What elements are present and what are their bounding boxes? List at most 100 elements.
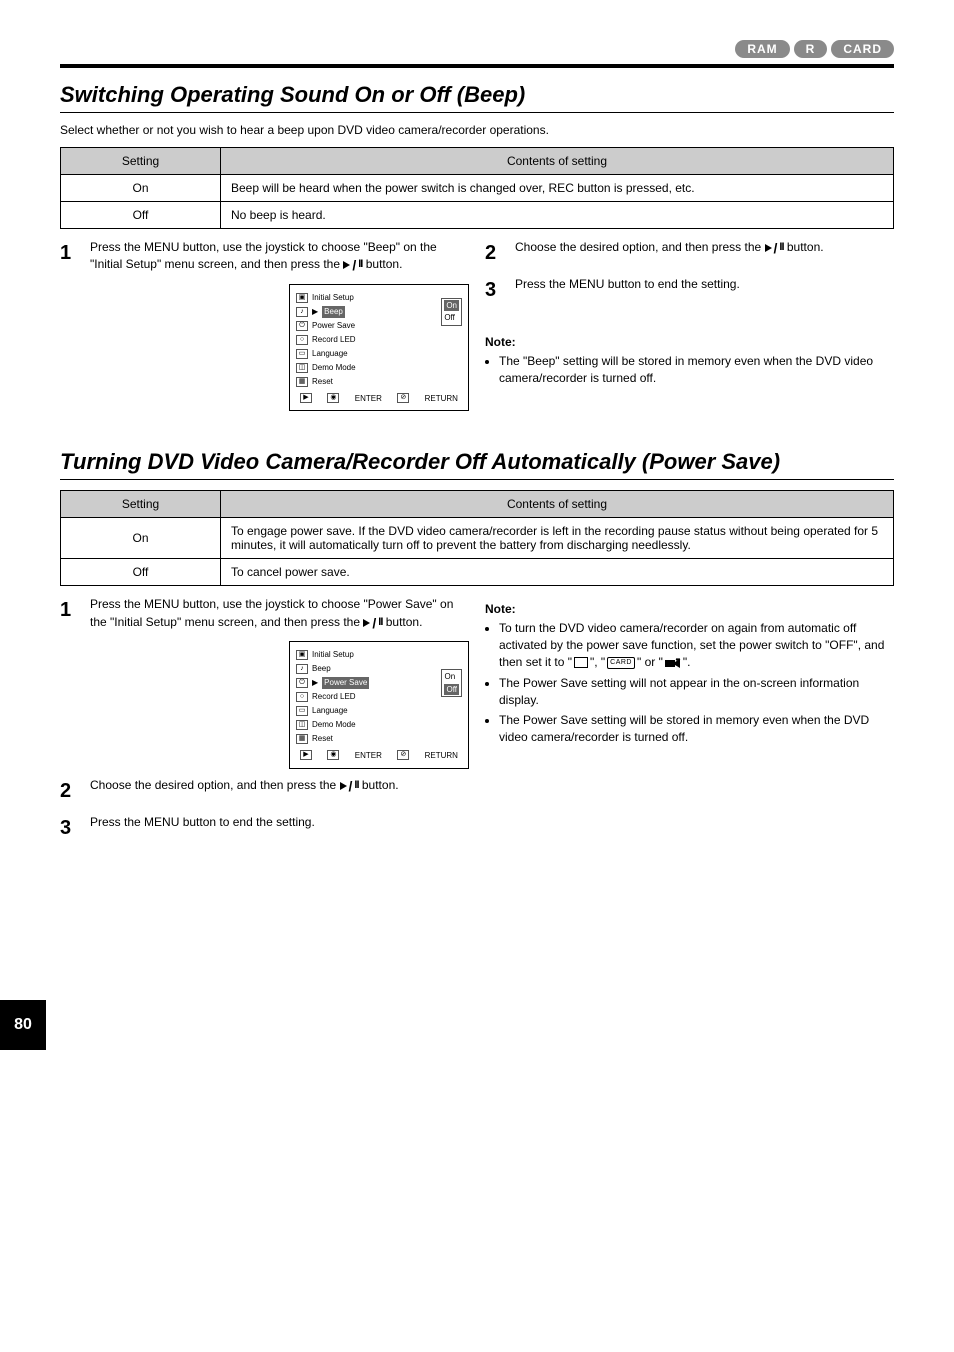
reset-icon: ▦ <box>296 734 308 744</box>
badge-card: CARD <box>831 40 894 58</box>
power-icon: ⏻ <box>296 678 308 688</box>
step-number: 1 <box>60 596 80 768</box>
table-cell: On <box>61 518 221 559</box>
play-icon: ▶ <box>300 393 312 403</box>
power-icon: ⏻ <box>296 321 308 331</box>
table-header: Contents of setting <box>221 491 894 518</box>
divider <box>60 479 894 480</box>
note-heading: Note: <box>485 335 894 349</box>
diagram-footer: ENTER <box>355 393 382 405</box>
diagram-submenu: On Off <box>441 669 462 697</box>
note-bullet: The "Beep" setting will be stored in mem… <box>499 353 894 387</box>
diagram-item: Language <box>312 348 348 360</box>
table-cell: Beep will be heard when the power switch… <box>221 175 894 202</box>
reset-icon: ▦ <box>296 377 308 387</box>
note-text: To turn the DVD video camera/recorder on… <box>499 621 884 669</box>
badge-ram: RAM <box>735 40 789 58</box>
table-header: Contents of setting <box>221 148 894 175</box>
led-icon: ○ <box>296 692 308 702</box>
step-text: button. <box>787 240 824 254</box>
lang-icon: ▭ <box>296 349 308 359</box>
diagram-title: Initial Setup <box>312 649 354 661</box>
return-foot-icon: ⊘ <box>397 393 409 403</box>
step-text: button. <box>366 257 403 271</box>
diagram-sub: Off <box>444 312 459 324</box>
note-bullet: The Power Save setting will not appear i… <box>499 675 894 709</box>
note-heading: Note: <box>485 602 894 616</box>
power-save-settings-table: Setting Contents of setting On To engage… <box>60 490 894 586</box>
lang-icon: ▭ <box>296 706 308 716</box>
enter-foot-icon: ◉ <box>327 393 339 403</box>
diagram-footer: ENTER <box>355 750 382 762</box>
play-pause-icon: /II <box>340 778 359 794</box>
beep-subtitle: Select whether or not you wish to hear a… <box>60 123 894 137</box>
table-cell: Off <box>61 559 221 586</box>
diagram-item: Demo Mode <box>312 719 356 731</box>
diagram-item: Reset <box>312 376 333 388</box>
table-cell: No beep is heard. <box>221 202 894 229</box>
step-number: 3 <box>485 276 505 305</box>
led-icon: ○ <box>296 335 308 345</box>
note-bullet: The Power Save setting will be stored in… <box>499 712 894 746</box>
diagram-footer: RETURN <box>425 750 458 762</box>
diagram-item: Beep <box>312 663 331 675</box>
diagram-item: Power Save <box>312 320 355 332</box>
table-cell: To engage power save. If the DVD video c… <box>221 518 894 559</box>
bell-icon: ♪ <box>296 307 308 317</box>
table-cell: On <box>61 175 221 202</box>
step-3-body: Press the MENU button to end the setting… <box>515 276 894 305</box>
table-cell: Off <box>61 202 221 229</box>
step-3-body: Press the MENU button to end the setting… <box>90 814 469 843</box>
step-number: 2 <box>60 777 80 806</box>
camera-icon: ▣ <box>296 650 308 660</box>
enter-foot-icon: ◉ <box>327 750 339 760</box>
step-text: Choose the desired option, and then pres… <box>515 240 761 254</box>
section-title-power-save: Turning DVD Video Camera/Recorder Off Au… <box>60 449 894 475</box>
demo-icon: ◫ <box>296 720 308 730</box>
diagram-item: Beep <box>322 306 345 318</box>
diagram-title: Initial Setup <box>312 292 354 304</box>
diagram-item: Power Save <box>322 677 369 689</box>
table-cell: To cancel power save. <box>221 559 894 586</box>
menu-diagram-power-save: ▣ Initial Setup ♪ Beep ⏻ ▶ Power Save On Off… <box>289 641 469 769</box>
note-text: ". <box>683 655 691 669</box>
divider <box>60 112 894 113</box>
note-text: ", " <box>590 655 605 669</box>
step-number: 2 <box>485 239 505 268</box>
diagram-submenu: On Off <box>441 298 462 326</box>
step-2-body: Choose the desired option, and then pres… <box>515 239 894 268</box>
play-pause-icon: /II <box>343 257 362 273</box>
play-pause-icon: /II <box>363 615 382 631</box>
return-foot-icon: ⊘ <box>397 750 409 760</box>
diagram-sub: Off <box>444 684 459 696</box>
still-mode-icon <box>574 657 588 668</box>
note-text: " or " <box>637 655 663 669</box>
table-header: Setting <box>61 148 221 175</box>
play-pause-icon: /II <box>765 240 784 256</box>
page-number: 80 <box>0 1000 46 1050</box>
note-bullet: To turn the DVD video camera/recorder on… <box>499 620 894 670</box>
step-text: Press the MENU button to end the setting… <box>515 277 740 291</box>
step-1-body: Press the MENU button, use the joystick … <box>90 596 469 768</box>
step-text: button. <box>386 615 423 629</box>
bell-icon: ♪ <box>296 664 308 674</box>
step-number: 3 <box>60 814 80 843</box>
divider <box>60 64 894 68</box>
step-number: 1 <box>60 239 80 411</box>
step-text: Press the MENU button to end the setting… <box>90 815 315 829</box>
diagram-item: Demo Mode <box>312 362 356 374</box>
diagram-item: Record LED <box>312 691 356 703</box>
diagram-footer: RETURN <box>425 393 458 405</box>
media-badges: RAM R CARD <box>60 40 894 58</box>
beep-settings-table: Setting Contents of setting On Beep will… <box>60 147 894 229</box>
play-icon: ▶ <box>300 750 312 760</box>
demo-icon: ◫ <box>296 363 308 373</box>
step-2-body: Choose the desired option, and then pres… <box>90 777 469 806</box>
diagram-item: Language <box>312 705 348 717</box>
section-title-beep: Switching Operating Sound On or Off (Bee… <box>60 82 894 108</box>
card-mode-icon: CARD <box>607 657 635 669</box>
diagram-sub: On <box>444 671 459 683</box>
diagram-sub: On <box>444 300 459 312</box>
badge-r: R <box>794 40 828 58</box>
video-mode-icon <box>665 657 681 668</box>
